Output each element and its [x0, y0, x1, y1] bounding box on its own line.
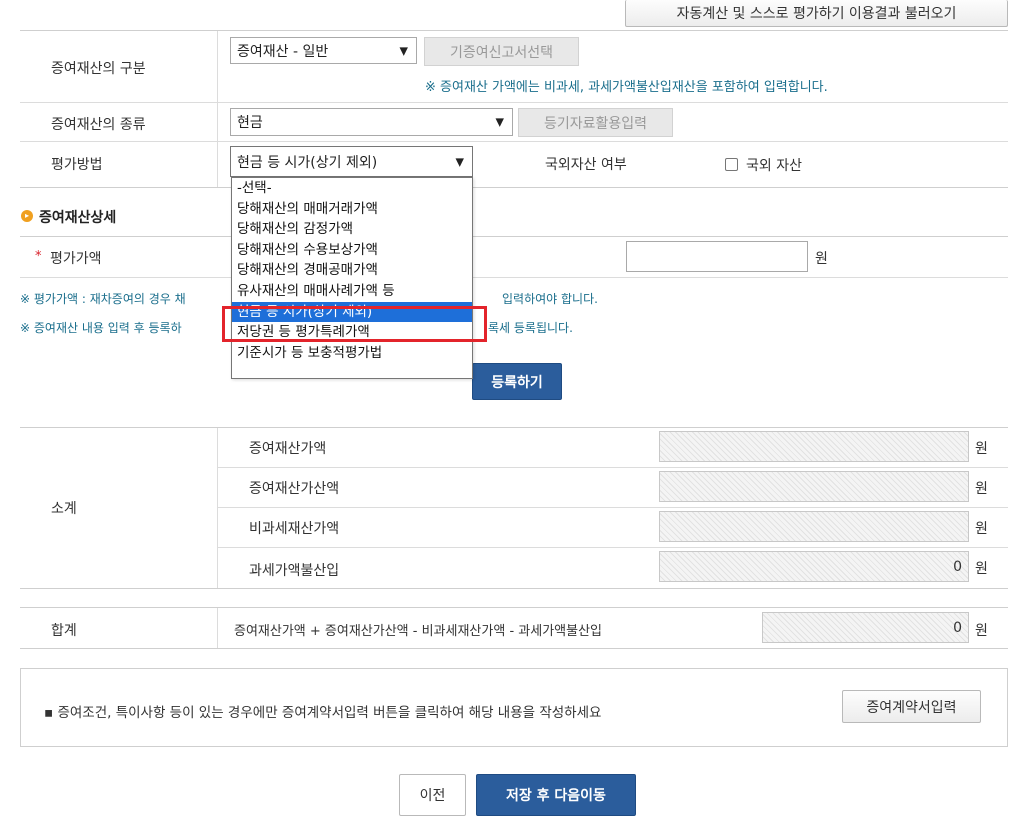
method-dropdown-list: -선택- 당해재산의 매매거래가액 당해재산의 감정가액 당해재산의 수용보상가… — [231, 177, 473, 379]
subtotal-row-unit: 원 — [975, 521, 988, 537]
method-select[interactable]: 현금 등 시가(상기 제외) ▼ — [230, 146, 473, 177]
subtotal-bottom-border — [20, 588, 1008, 589]
category-select[interactable]: 증여재산 - 일반 ▼ — [230, 37, 417, 64]
foreign-asset-checkbox-label: 국외 자산 — [746, 158, 802, 174]
category-label: 증여재산의 구분 — [51, 61, 146, 77]
form-bottom-border — [20, 187, 1008, 188]
dropdown-option[interactable]: 유사재산의 매매사례가액 등 — [232, 281, 472, 302]
row-divider — [218, 547, 1008, 548]
subtotal-row-unit: 원 — [975, 441, 988, 457]
foreign-asset-label: 국외자산 여부 — [545, 157, 627, 173]
detail-section-title: 증여재산상세 — [39, 210, 117, 226]
dropdown-option[interactable]: 당해재산의 매매거래가액 — [232, 199, 472, 220]
row-divider — [218, 467, 1008, 468]
subtotal-row-unit: 원 — [975, 481, 988, 497]
total-divider — [217, 608, 218, 648]
type-label: 증여재산의 종류 — [51, 117, 146, 133]
subtotal-divider — [217, 428, 218, 588]
chevron-down-icon: ▼ — [495, 115, 504, 129]
selected-option-highlight — [222, 306, 487, 342]
subtotal-top-border — [20, 427, 1008, 428]
eval-amount-input[interactable] — [626, 241, 808, 272]
dropdown-option[interactable]: 당해재산의 감정가액 — [232, 219, 472, 240]
subtotal-row-value — [659, 431, 969, 462]
chevron-down-icon: ▼ — [399, 44, 408, 57]
total-top-border — [20, 607, 1008, 608]
subtotal-row-label: 증여재산가액 — [249, 441, 327, 457]
eval-amount-label: 평가가액 — [50, 251, 102, 267]
required-mark: * — [35, 249, 42, 264]
row-divider — [20, 141, 1008, 142]
load-results-button[interactable]: 자동계산 및 스스로 평가하기 이용결과 불러오기 — [625, 0, 1008, 27]
total-value: 0 — [762, 612, 969, 643]
chevron-down-icon: ▼ — [455, 155, 464, 168]
save-next-button[interactable]: 저장 후 다음이동 — [476, 774, 636, 816]
category-select-value: 증여재산 - 일반 — [237, 43, 329, 60]
eval-note-left: ※ 평가가액 : 재차증여의 경우 채 — [20, 292, 186, 306]
register-note-right: 록세 등록됩니다. — [488, 321, 573, 335]
detail-top-border — [20, 236, 1008, 237]
form-top-border — [20, 30, 1008, 31]
total-unit: 원 — [975, 623, 988, 639]
subtotal-row-value — [659, 511, 969, 542]
eval-note-right: 입력하여야 합니다. — [502, 292, 598, 306]
dropdown-option[interactable]: 당해재산의 수용보상가액 — [232, 240, 472, 261]
section-bullet-icon: ▸ — [21, 210, 33, 222]
subtotal-row-label: 증여재산가산액 — [249, 481, 340, 497]
register-button[interactable]: 등록하기 — [472, 363, 562, 400]
row-divider — [20, 277, 1008, 278]
row-divider — [218, 507, 1008, 508]
category-note: ※ 증여재산 가액에는 비과세, 과세가액불산입재산을 포함하여 입력합니다. — [425, 80, 828, 95]
total-bottom-border — [20, 648, 1008, 649]
subtotal-row-label: 비과세재산가액 — [249, 521, 340, 537]
total-formula: 증여재산가액 + 증여재산가산액 - 비과세재산가액 - 과세가액불산입 — [234, 624, 602, 639]
subtotal-row-unit: 원 — [975, 561, 988, 577]
subtotal-label: 소계 — [51, 501, 77, 517]
form-column-divider — [217, 31, 218, 188]
dropdown-option[interactable]: -선택- — [232, 178, 472, 199]
row-divider — [20, 102, 1008, 103]
method-label: 평가방법 — [51, 157, 103, 173]
prev-button[interactable]: 이전 — [399, 774, 466, 816]
subtotal-row-label: 과세가액불산입 — [249, 563, 340, 579]
foreign-asset-checkbox[interactable] — [725, 158, 738, 171]
type-select[interactable]: 현금 ▼ — [230, 108, 513, 136]
registry-input-button[interactable]: 등기자료활용입력 — [518, 108, 673, 137]
eval-amount-unit: 원 — [815, 251, 828, 267]
method-select-value: 현금 등 시가(상기 제외) — [237, 154, 378, 171]
contract-input-button[interactable]: 증여계약서입력 — [842, 690, 981, 723]
dropdown-option[interactable]: 당해재산의 경매공매가액 — [232, 260, 472, 281]
subtotal-row-value — [659, 471, 969, 502]
subtotal-row-value: 0 — [659, 551, 969, 582]
type-select-value: 현금 — [237, 115, 263, 131]
prev-report-button[interactable]: 기증여신고서선택 — [424, 37, 579, 66]
total-label: 합계 — [51, 623, 77, 639]
contract-note: ▪ 증여조건, 특이사항 등이 있는 경우에만 증여계약서입력 버튼을 클릭하여… — [44, 705, 602, 721]
dropdown-option[interactable]: 기준시가 등 보충적평가법 — [232, 343, 472, 364]
register-note-left: ※ 증여재산 내용 입력 후 등록하 — [20, 321, 182, 335]
